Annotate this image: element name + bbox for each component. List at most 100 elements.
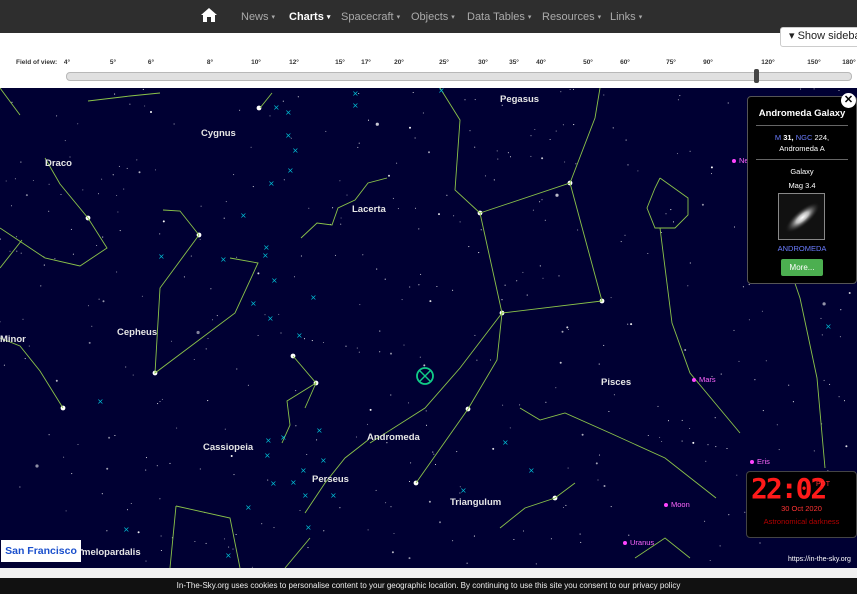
star — [130, 502, 132, 505]
constellation-line — [169, 505, 177, 568]
deep-sky-marker: × — [225, 551, 232, 560]
nav-spacecraft[interactable]: Spacecraft ▾ — [341, 11, 400, 23]
nav-links[interactable]: Links ▾ — [610, 11, 642, 23]
star — [748, 284, 750, 286]
planet-eris[interactable]: Eris — [750, 457, 770, 466]
field-of-view-bar: Field of view: 4° 5° 6° 8° 10° 12° 15° 1… — [0, 33, 857, 88]
chart-url: https://in-the-sky.org — [788, 556, 851, 563]
star — [637, 170, 639, 172]
star — [484, 175, 487, 177]
star — [193, 358, 195, 361]
nav-data-tables[interactable]: Data Tables ▾ — [467, 11, 531, 23]
ngc-link[interactable]: NGC — [796, 133, 813, 142]
label-minor: Minor — [0, 334, 26, 345]
divider — [756, 125, 848, 126]
constellation-line — [259, 92, 273, 109]
star — [761, 310, 763, 312]
fov-tick: 10° — [251, 59, 261, 66]
home-icon[interactable] — [201, 8, 217, 22]
deep-sky-marker: × — [320, 456, 327, 465]
fov-slider-track[interactable] — [66, 72, 852, 81]
constellation-line — [0, 157, 108, 267]
star — [233, 474, 235, 476]
close-icon[interactable]: ✕ — [841, 93, 856, 108]
nav-objects[interactable]: Objects ▾ — [411, 11, 455, 23]
deep-sky-marker: × — [316, 426, 323, 435]
star — [295, 425, 297, 427]
star — [542, 277, 544, 279]
star — [376, 268, 378, 270]
deep-sky-marker: × — [287, 166, 294, 175]
star — [595, 462, 598, 465]
star — [419, 356, 421, 358]
constellation-line — [369, 312, 503, 444]
star — [608, 410, 610, 413]
star — [541, 157, 544, 160]
star — [230, 455, 233, 457]
label-camelopardalis: melopardalis — [82, 547, 141, 558]
planet-moon[interactable]: Moon — [664, 500, 690, 509]
deep-sky-marker: × — [220, 255, 227, 264]
star — [48, 183, 50, 185]
deep-sky-marker: × — [123, 525, 130, 534]
label-lacerta: Lacerta — [352, 204, 386, 215]
star — [620, 241, 622, 243]
star — [598, 363, 600, 365]
star — [401, 299, 403, 301]
nav-charts[interactable]: Charts ▾ — [289, 11, 330, 23]
star — [822, 302, 826, 306]
star — [136, 159, 138, 161]
star — [502, 404, 504, 406]
star — [473, 535, 475, 537]
fov-tick: 8° — [206, 59, 214, 66]
star — [24, 358, 26, 360]
object-info-popup: Andromeda Galaxy M 31, NGC 224, Andromed… — [747, 96, 857, 284]
star — [677, 99, 679, 101]
messier-link[interactable]: M — [775, 133, 781, 142]
star — [466, 562, 468, 564]
deep-sky-marker: × — [352, 89, 359, 98]
star — [577, 229, 579, 231]
star — [356, 347, 358, 349]
fov-tick: 4° — [63, 59, 71, 66]
star — [657, 405, 659, 407]
star — [156, 465, 158, 467]
fov-slider-handle[interactable] — [754, 69, 759, 83]
constellation-line — [87, 92, 161, 102]
star — [283, 179, 285, 181]
divider — [756, 159, 848, 160]
star — [235, 533, 237, 536]
constellation-line — [439, 88, 603, 314]
star — [87, 305, 90, 307]
star — [681, 419, 683, 421]
galaxy-thumbnail[interactable] — [778, 193, 825, 240]
star — [504, 284, 506, 286]
star — [839, 336, 841, 338]
nav-resources[interactable]: Resources ▾ — [542, 11, 601, 23]
star — [205, 348, 207, 350]
planet-mars[interactable]: Mars — [692, 375, 716, 384]
star — [340, 223, 342, 225]
show-sidebar-button[interactable]: ▾ Show sidebar — [780, 27, 857, 47]
more-button[interactable]: More... — [781, 259, 823, 276]
star — [710, 166, 713, 169]
star — [43, 264, 45, 266]
star — [534, 128, 536, 131]
star — [436, 285, 438, 288]
privacy-policy-link[interactable]: privacy policy — [632, 581, 680, 590]
location-button[interactable]: San Francisco — [1, 540, 81, 562]
star — [311, 340, 313, 342]
star — [813, 88, 815, 90]
planet-uranus[interactable]: Uranus — [623, 538, 654, 547]
nav-news[interactable]: News ▾ — [241, 11, 275, 23]
star — [539, 265, 541, 267]
andromeda-link[interactable]: ANDROMEDA — [748, 244, 856, 253]
star — [840, 309, 842, 311]
star — [282, 100, 284, 102]
star — [792, 401, 794, 403]
star — [55, 379, 58, 382]
andromeda-galaxy-marker[interactable] — [416, 367, 434, 385]
star-chart[interactable]: × × × × × × × × × × × × × × × × × × × × × × × × × × × × × × × × × × × × × × P… — [0, 88, 857, 568]
star — [252, 186, 254, 188]
star — [522, 271, 524, 273]
